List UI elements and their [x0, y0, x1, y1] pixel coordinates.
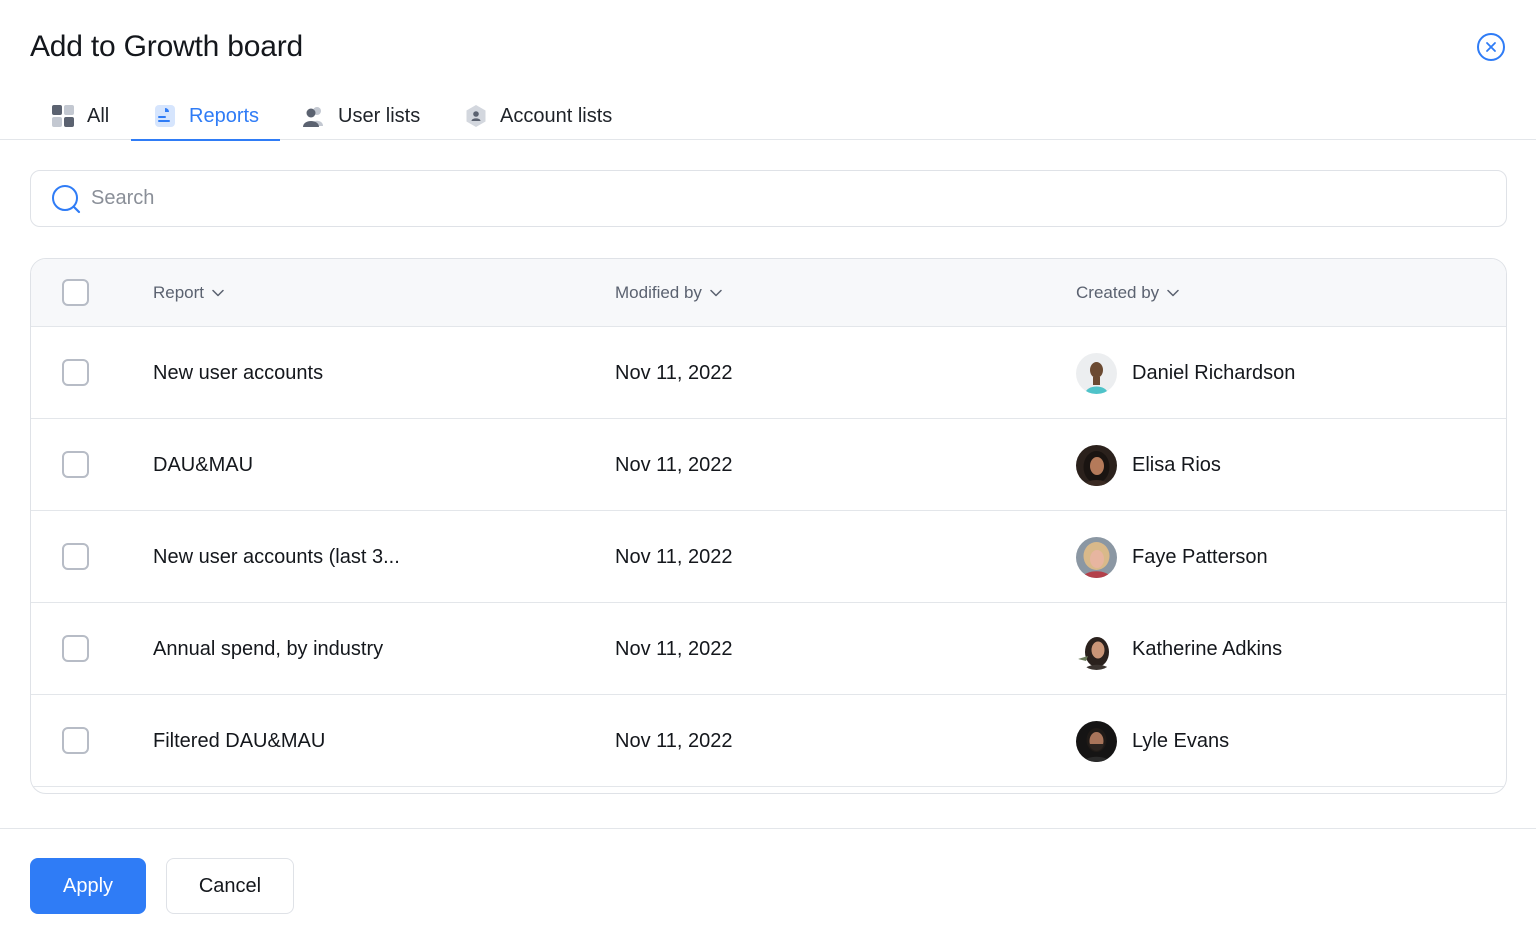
- creator-name: Elisa Rios: [1132, 453, 1221, 476]
- creator-cell: Lyle Evans: [1076, 695, 1229, 787]
- tab-user-lists-label: User lists: [338, 104, 421, 127]
- table-header: Report Modified by Created by: [31, 259, 1506, 327]
- table-row[interactable]: Filtered DAU&MAU Nov 11, 2022 Lyle Evans: [31, 695, 1506, 787]
- table-row[interactable]: Annual spend, by industry Nov 11, 2022 K…: [31, 603, 1506, 695]
- tab-all-label: All: [87, 104, 110, 127]
- row-checkbox[interactable]: [62, 359, 89, 386]
- report-name: New user accounts (last 3...: [153, 545, 400, 568]
- column-header-label: Report: [153, 283, 205, 302]
- modified-date: Nov 11, 2022: [615, 545, 733, 568]
- reports-table: Report Modified by Created by New user a…: [30, 258, 1507, 794]
- users-icon: [302, 104, 326, 128]
- modified-date: Nov 11, 2022: [615, 453, 733, 476]
- select-all-checkbox[interactable]: [62, 279, 89, 306]
- table-row[interactable]: DAU&MAU Nov 11, 2022 Elisa Rios: [31, 419, 1506, 511]
- apply-button[interactable]: Apply: [30, 858, 146, 914]
- creator-name: Katherine Adkins: [1132, 637, 1283, 660]
- search-input[interactable]: [91, 187, 1391, 210]
- footer-divider: [0, 828, 1536, 829]
- column-header-created[interactable]: Created by: [1076, 259, 1179, 327]
- tab-reports[interactable]: Reports: [130, 92, 281, 141]
- chevron-down-icon: [212, 289, 224, 297]
- creator-name: Daniel Richardson: [1132, 361, 1296, 384]
- search-icon: [52, 184, 81, 213]
- report-icon: [153, 104, 177, 128]
- modified-date: Nov 11, 2022: [615, 637, 733, 660]
- tab-all[interactable]: All: [51, 92, 109, 140]
- creator-cell: Daniel Richardson: [1076, 327, 1295, 419]
- cancel-button[interactable]: Cancel: [166, 858, 294, 914]
- tab-account-lists[interactable]: Account lists: [464, 92, 612, 140]
- tab-account-lists-label: Account lists: [500, 104, 613, 127]
- avatar: [1076, 444, 1117, 486]
- report-name: New user accounts: [153, 361, 324, 384]
- creator-cell: Katherine Adkins: [1076, 603, 1282, 695]
- creator-cell: Elisa Rios: [1076, 419, 1221, 511]
- report-name: Annual spend, by industry: [153, 637, 384, 660]
- creator-name: Faye Patterson: [1132, 545, 1268, 568]
- report-name: DAU&MAU: [153, 453, 254, 476]
- modified-date: Nov 11, 2022: [615, 361, 733, 384]
- avatar: [1076, 720, 1117, 762]
- row-checkbox[interactable]: [62, 451, 89, 478]
- avatar: [1076, 536, 1117, 578]
- modified-date: Nov 11, 2022: [615, 729, 733, 752]
- row-checkbox[interactable]: [62, 727, 89, 754]
- column-header-label: Modified by: [615, 283, 702, 302]
- tab-reports-label: Reports: [189, 104, 260, 127]
- report-name: Filtered DAU&MAU: [153, 729, 326, 752]
- chevron-down-icon: [1167, 289, 1179, 297]
- account-icon: [464, 104, 488, 128]
- tab-bar: All Reports User lists Account lists: [0, 92, 1536, 141]
- creator-cell: Faye Patterson: [1076, 511, 1268, 603]
- close-button[interactable]: [1477, 33, 1505, 61]
- avatar: [1076, 628, 1117, 670]
- table-row[interactable]: New user accounts (last 3... Nov 11, 202…: [31, 511, 1506, 603]
- dialog-title: Add to Growth board: [30, 30, 304, 63]
- avatar: [1076, 352, 1117, 394]
- table-row[interactable]: New user accounts Nov 11, 2022 Daniel Ri…: [31, 327, 1506, 419]
- close-icon: [1486, 42, 1496, 52]
- search-box[interactable]: [30, 170, 1507, 227]
- row-checkbox[interactable]: [62, 635, 89, 662]
- tab-user-lists[interactable]: User lists: [302, 92, 420, 140]
- column-header-modified[interactable]: Modified by: [615, 259, 722, 327]
- chevron-down-icon: [710, 289, 722, 297]
- grid-icon: [51, 104, 75, 128]
- creator-name: Lyle Evans: [1132, 729, 1230, 752]
- row-checkbox[interactable]: [62, 543, 89, 570]
- column-header-report[interactable]: Report: [153, 259, 224, 327]
- column-header-label: Created by: [1076, 283, 1160, 302]
